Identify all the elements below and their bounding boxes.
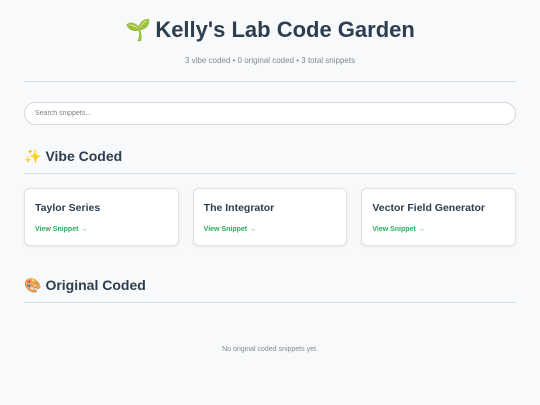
vibe-coded-cards: Taylor Series View Snippet → The Integra… [24, 188, 517, 246]
view-snippet-link[interactable]: View Snippet → [372, 225, 424, 234]
palette-icon: 🎨 [24, 277, 42, 293]
search-container [24, 102, 516, 125]
vibe-coded-heading-text: Vibe Coded [45, 148, 123, 164]
snippet-card-title: Taylor Series [35, 202, 101, 214]
page-title-text: Kelly's Lab Code Garden [155, 17, 415, 42]
snippet-card-vector-field-generator[interactable]: Vector Field Generator View Snippet → [361, 188, 517, 246]
snippet-stats: 3 vibe coded • 0 original coded • 3 tota… [184, 56, 356, 65]
vibe-coded-divider [24, 173, 516, 174]
empty-state-message: No original coded snippets yet. [222, 346, 318, 353]
vibe-coded-heading: ✨ Vibe Coded [24, 147, 516, 165]
header-divider [24, 81, 516, 82]
sparkles-icon: ✨ [24, 148, 42, 164]
original-coded-heading-text: Original Coded [45, 277, 146, 293]
snippet-card-the-integrator[interactable]: The Integrator View Snippet → [192, 188, 348, 246]
page-title: 🌱 Kelly's Lab Code Garden [24, 16, 516, 45]
snippet-card-taylor-series[interactable]: Taylor Series View Snippet → [24, 188, 179, 246]
view-snippet-link[interactable]: View Snippet → [35, 225, 87, 234]
search-input[interactable] [24, 102, 516, 125]
original-coded-divider [24, 302, 516, 303]
seedling-icon: 🌱 [125, 19, 152, 42]
page-header: 🌱 Kelly's Lab Code Garden 3 vibe coded • … [24, 0, 516, 67]
page: 🌱 Kelly's Lab Code Garden 3 vibe coded • … [24, 0, 517, 355]
snippet-card-title: The Integrator [203, 202, 275, 214]
original-coded-heading: 🎨 Original Coded [24, 276, 516, 294]
snippet-card-title: Vector Field Generator [372, 202, 485, 214]
view-snippet-link[interactable]: View Snippet → [204, 225, 256, 234]
